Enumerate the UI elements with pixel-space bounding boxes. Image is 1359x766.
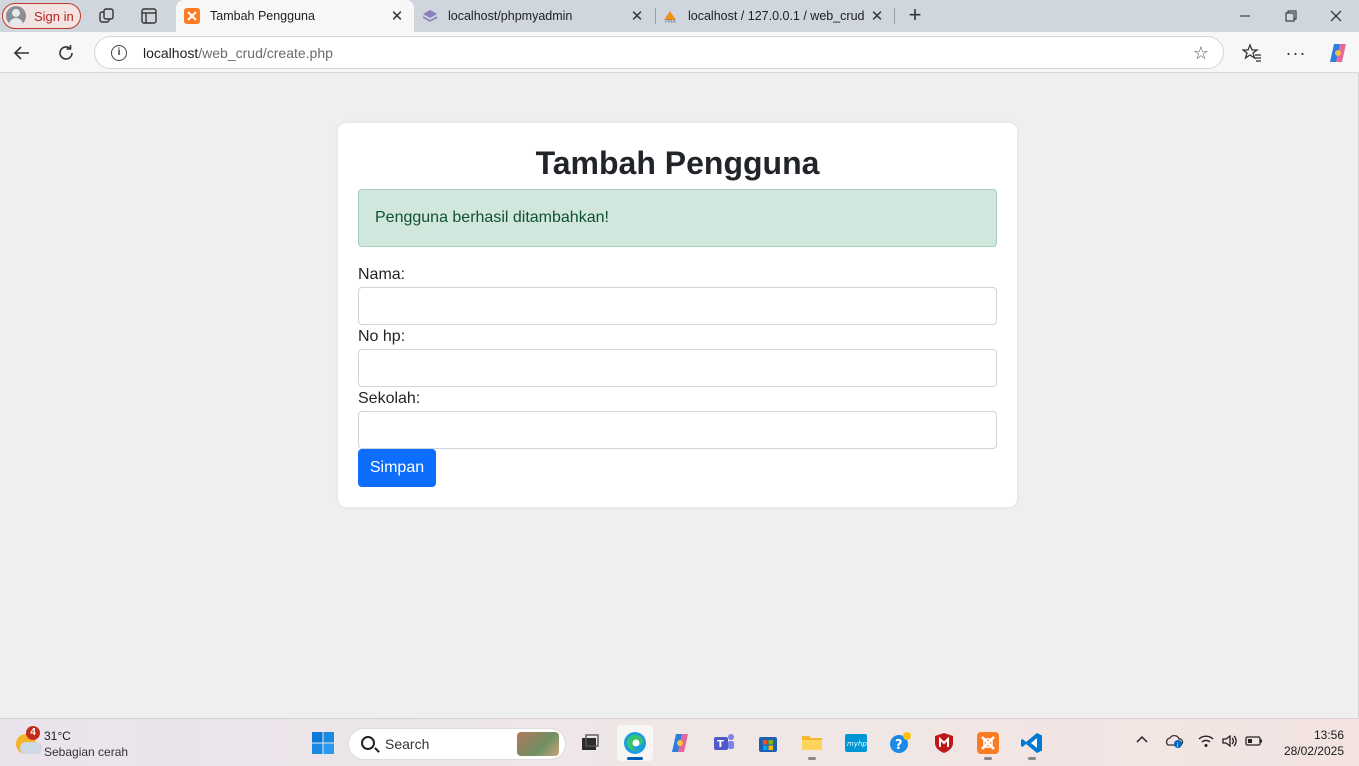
- myhp-icon[interactable]: myhp: [838, 725, 874, 761]
- battery-icon[interactable]: [1245, 733, 1263, 752]
- clock-time: 13:56: [1313, 728, 1344, 742]
- weather-condition: Sebagian cerah: [44, 745, 129, 759]
- url-text: localhost/web_crud/create.php: [143, 45, 333, 61]
- workspaces-icon[interactable]: [97, 6, 117, 26]
- weather-widget[interactable]: 4 31°C Sebagian cerah: [12, 726, 152, 760]
- close-window-icon[interactable]: [1313, 0, 1359, 32]
- minimize-icon[interactable]: [1222, 0, 1268, 32]
- layers-favicon-icon: [422, 8, 438, 24]
- no-hp-label: No hp:: [358, 328, 406, 345]
- teams-icon[interactable]: T: [706, 725, 742, 761]
- vertical-tabs-icon[interactable]: [139, 6, 159, 26]
- nama-input[interactable]: [358, 287, 997, 325]
- url-host: localhost: [143, 45, 199, 61]
- tab-pma-web-crud[interactable]: PMA localhost / 127.0.0.1 / web_crud / ✕: [654, 0, 894, 32]
- wifi-icon[interactable]: [1197, 733, 1215, 752]
- no-hp-input[interactable]: [358, 349, 997, 387]
- form-card: Tambah Pengguna Pengguna berhasil ditamb…: [338, 123, 1017, 507]
- sekolah-input[interactable]: [358, 411, 997, 449]
- svg-text:myhp: myhp: [847, 740, 867, 748]
- tab-tambah-pengguna[interactable]: Tambah Pengguna ✕: [176, 0, 414, 32]
- weather-temperature: 31°C: [44, 729, 71, 743]
- page-title: Tambah Pengguna: [535, 145, 820, 181]
- tab-separator: [894, 8, 895, 24]
- windows-taskbar: 4 31°C Sebagian cerah Search T myhp ? i …: [0, 718, 1359, 766]
- copilot-icon[interactable]: [1325, 40, 1351, 66]
- favorite-star-icon[interactable]: ☆: [1193, 43, 1209, 64]
- back-icon[interactable]: [9, 40, 35, 66]
- search-icon: [361, 736, 375, 750]
- url-path: /web_crud/create.php: [198, 45, 333, 61]
- tab-close-icon[interactable]: ✕: [386, 7, 408, 25]
- svg-text:?: ?: [895, 738, 903, 753]
- phpmyadmin-favicon-icon: PMA: [662, 8, 678, 24]
- simpan-button[interactable]: Simpan: [358, 449, 436, 487]
- refresh-icon[interactable]: [53, 40, 79, 66]
- svg-text:T: T: [717, 739, 724, 750]
- show-hidden-icons-chevron-icon[interactable]: [1135, 733, 1149, 750]
- page-viewport: Tambah Pengguna Pengguna berhasil ditamb…: [0, 73, 1359, 717]
- favorites-icon[interactable]: [1239, 40, 1265, 66]
- browser-tab-strip: Sign in Tambah Pengguna ✕ localhost/phpm…: [0, 0, 1359, 32]
- vscode-icon[interactable]: [1014, 725, 1050, 761]
- svg-text:PMA: PMA: [665, 19, 676, 24]
- system-clock[interactable]: 13:56 28/02/2025: [1270, 727, 1344, 759]
- file-explorer-icon[interactable]: [794, 725, 830, 761]
- volume-icon[interactable]: [1221, 733, 1239, 752]
- tab-title: localhost/phpmyadmin: [448, 9, 573, 23]
- browser-toolbar: i localhost/web_crud/create.php ☆ ···: [0, 32, 1359, 73]
- search-highlight-image: [517, 732, 559, 756]
- search-placeholder: Search: [385, 736, 430, 752]
- edge-browser-icon[interactable]: [617, 725, 653, 761]
- running-indicator: [808, 757, 816, 760]
- task-view-icon[interactable]: [572, 725, 608, 761]
- xampp-favicon-icon: [184, 8, 200, 24]
- tab-title: localhost / 127.0.0.1 / web_crud /: [688, 9, 866, 23]
- sekolah-label: Sekolah:: [358, 390, 421, 407]
- xampp-app-icon[interactable]: [970, 725, 1006, 761]
- get-help-icon[interactable]: ?: [882, 725, 918, 761]
- start-button[interactable]: [305, 725, 341, 761]
- profile-avatar-icon: [6, 6, 26, 26]
- signin-label: Sign in: [34, 8, 74, 24]
- address-bar[interactable]: i localhost/web_crud/create.php ☆: [94, 36, 1224, 69]
- tab-close-icon[interactable]: ✕: [866, 7, 888, 25]
- tab-title: Tambah Pengguna: [210, 9, 315, 23]
- cloud-icon: [20, 742, 42, 754]
- running-indicator: [984, 757, 992, 760]
- clock-date: 28/02/2025: [1283, 744, 1344, 758]
- taskbar-search[interactable]: Search: [348, 728, 566, 760]
- success-alert: Pengguna berhasil ditambahkan!: [358, 189, 997, 247]
- copilot-app-icon[interactable]: [662, 725, 698, 761]
- tab-close-icon[interactable]: ✕: [626, 7, 648, 25]
- running-indicator: [1028, 757, 1036, 760]
- site-info-icon[interactable]: i: [111, 45, 127, 61]
- new-tab-button[interactable]: +: [904, 4, 926, 26]
- mcafee-icon[interactable]: [926, 725, 962, 761]
- tab-phpmyadmin[interactable]: localhost/phpmyadmin ✕: [414, 0, 654, 32]
- restore-icon[interactable]: [1268, 0, 1314, 32]
- onedrive-status-icon[interactable]: i: [1164, 733, 1184, 752]
- nama-label: Nama:: [358, 266, 406, 283]
- active-indicator: [627, 757, 643, 760]
- weather-badge: 4: [26, 726, 40, 740]
- microsoft-store-icon[interactable]: [750, 725, 786, 761]
- profile-signin-button[interactable]: Sign in: [2, 3, 81, 29]
- more-options-icon[interactable]: ···: [1283, 40, 1309, 66]
